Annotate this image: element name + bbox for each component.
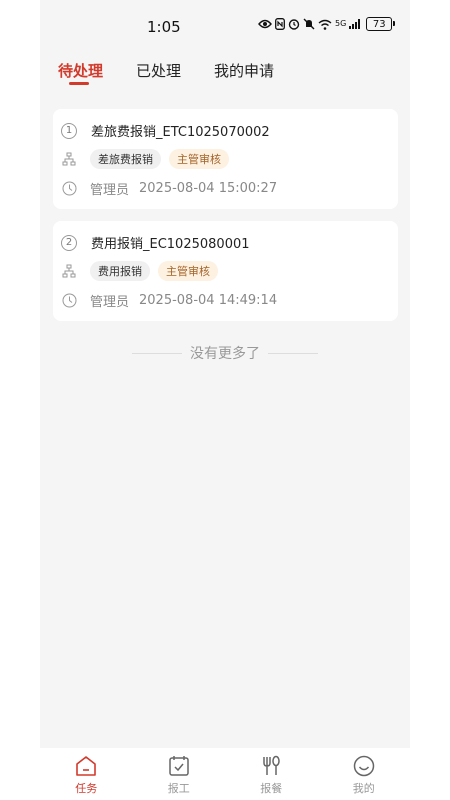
workflow-icon (61, 151, 77, 167)
status-time: 1:05 (147, 18, 181, 36)
eye-icon (258, 19, 272, 29)
status-bar: 1:05 5G 73 (40, 0, 410, 48)
tab-bar: 待处理 已处理 我的申请 (40, 55, 410, 89)
task-card[interactable]: 2 费用报销_EC1025080001 费用报销 主管审核 管理员 2025-0… (53, 221, 398, 321)
battery-indicator: 73 (366, 17, 396, 31)
task-type-tag: 差旅费报销 (90, 149, 161, 169)
nfc-icon (275, 18, 285, 30)
nav-label: 报工 (167, 782, 190, 795)
task-datetime: 2025-08-04 14:49:14 (139, 293, 278, 308)
task-title: 费用报销_EC1025080001 (91, 237, 250, 252)
clock-icon (61, 293, 77, 309)
smile-icon (351, 754, 377, 778)
nav-profile[interactable]: 我的 (318, 748, 411, 800)
home-icon (73, 754, 99, 778)
nav-work-report[interactable]: 报工 (133, 748, 226, 800)
task-stage-tag: 主管审核 (169, 149, 229, 169)
task-title: 差旅费报销_ETC1025070002 (91, 125, 270, 140)
app-screen: 1:05 5G 73 待处理 已处理 我的申请 1 差旅费报销_ETC10250… (40, 0, 410, 800)
task-applicant: 管理员 (90, 183, 130, 198)
list-end-text: 没有更多了 (190, 346, 260, 362)
network-type: 5G (335, 19, 347, 28)
workflow-icon (61, 263, 77, 279)
active-tab-indicator (69, 82, 89, 85)
calendar-check-icon (166, 754, 192, 778)
nav-label: 我的 (352, 782, 375, 795)
signal-icon (349, 19, 361, 29)
tab-pending[interactable]: 待处理 (58, 60, 103, 81)
utensils-icon (258, 754, 284, 778)
divider (132, 352, 182, 354)
nav-label: 任务 (75, 782, 98, 795)
divider (268, 352, 318, 354)
task-type-tag: 费用报销 (90, 261, 150, 281)
clock-icon (61, 181, 77, 197)
list-end-indicator: 没有更多了 (40, 343, 410, 363)
tab-my-applications[interactable]: 我的申请 (214, 60, 274, 81)
task-applicant: 管理员 (90, 295, 130, 310)
nav-meal-order[interactable]: 报餐 (225, 748, 318, 800)
task-card[interactable]: 1 差旅费报销_ETC1025070002 差旅费报销 主管审核 管理员 202… (53, 109, 398, 209)
task-datetime: 2025-08-04 15:00:27 (139, 181, 278, 196)
nav-label: 报餐 (260, 782, 283, 795)
wifi-icon (318, 19, 332, 30)
bottom-nav: 任务 报工 报餐 我的 (40, 748, 410, 800)
tab-processed[interactable]: 已处理 (136, 60, 181, 81)
alarm-icon (288, 19, 300, 30)
mute-icon (303, 18, 315, 30)
task-index: 1 (61, 122, 77, 139)
status-icons: 5G 73 (258, 17, 396, 31)
task-index: 2 (61, 234, 77, 251)
task-stage-tag: 主管审核 (158, 261, 218, 281)
nav-tasks[interactable]: 任务 (40, 748, 133, 800)
